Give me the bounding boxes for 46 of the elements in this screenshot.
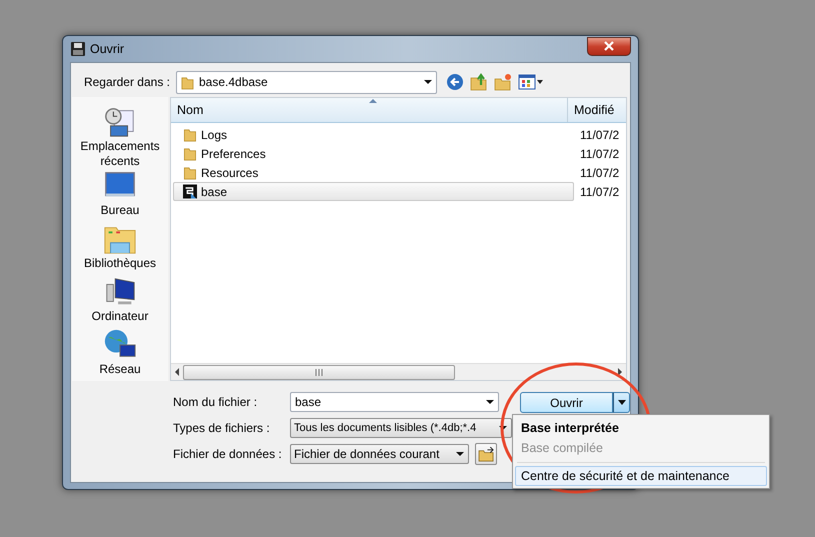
file-row[interactable]: Preferences	[173, 144, 574, 163]
folder-icon	[183, 127, 197, 142]
look-in-label: Regarder dans :	[82, 75, 171, 89]
date-cell-text: 11/07/2	[579, 146, 620, 162]
look-in-dropdown[interactable]: base.4dbase	[176, 70, 437, 94]
place-item[interactable]: Réseau	[74, 328, 166, 381]
folder-icon	[183, 146, 197, 161]
data-file-label: Fichier de données :	[172, 447, 283, 461]
place-item[interactable]: Bureau	[74, 169, 166, 222]
date-cell-text: 11/07/2	[579, 126, 620, 144]
place-item[interactable]: Ordinateur	[74, 275, 166, 328]
file-row[interactable]: Resources	[173, 163, 574, 182]
place-item[interactable]: Emplacements récents	[74, 105, 166, 169]
place-item[interactable]: Bibliothèques	[74, 222, 166, 275]
folder-arrow-icon	[478, 446, 494, 462]
close-icon	[604, 41, 614, 51]
menu-item[interactable]: Centre de sécurité et de maintenance	[515, 466, 767, 486]
scroll-right-icon[interactable]	[617, 368, 623, 376]
menu-item[interactable]: Base interprétée	[515, 418, 767, 438]
close-button[interactable]	[587, 36, 631, 56]
grip-icon	[314, 368, 324, 376]
folder-icon	[181, 74, 194, 90]
window-title: Ouvrir	[90, 42, 124, 56]
sort-arrow-icon	[369, 99, 377, 103]
new-folder-icon[interactable]	[494, 73, 512, 91]
folder-icon	[183, 165, 197, 180]
database-icon	[183, 184, 197, 199]
browse-folder-button[interactable]	[475, 443, 497, 465]
file-name-label: Nom du fichier :	[172, 395, 258, 409]
up-folder-icon[interactable]	[470, 73, 488, 91]
file-row[interactable]: Logs	[173, 125, 574, 144]
date-cell-text: 11/07/2	[579, 184, 620, 200]
scroll-left-icon[interactable]	[174, 368, 180, 376]
file-name-field[interactable]: base	[290, 392, 499, 412]
column-header[interactable]: Modifié	[568, 98, 626, 122]
file-row[interactable]: base	[173, 182, 574, 201]
data-file-dropdown[interactable]: Fichier de données courant	[290, 444, 469, 464]
view-menu-icon[interactable]	[518, 73, 544, 91]
open-button[interactable]: Ouvrir	[520, 392, 613, 413]
date-cell-text: 11/07/2	[579, 164, 620, 182]
horizontal-scrollbar[interactable]	[171, 363, 626, 380]
column-header[interactable]: Nom	[171, 98, 568, 122]
open-options-button[interactable]	[613, 392, 630, 413]
file-type-label: Types de fichiers :	[172, 421, 271, 435]
caret-icon	[618, 400, 626, 405]
file-type-dropdown[interactable]: Tous les documents lisibles (*.4db;*.4	[290, 418, 512, 438]
